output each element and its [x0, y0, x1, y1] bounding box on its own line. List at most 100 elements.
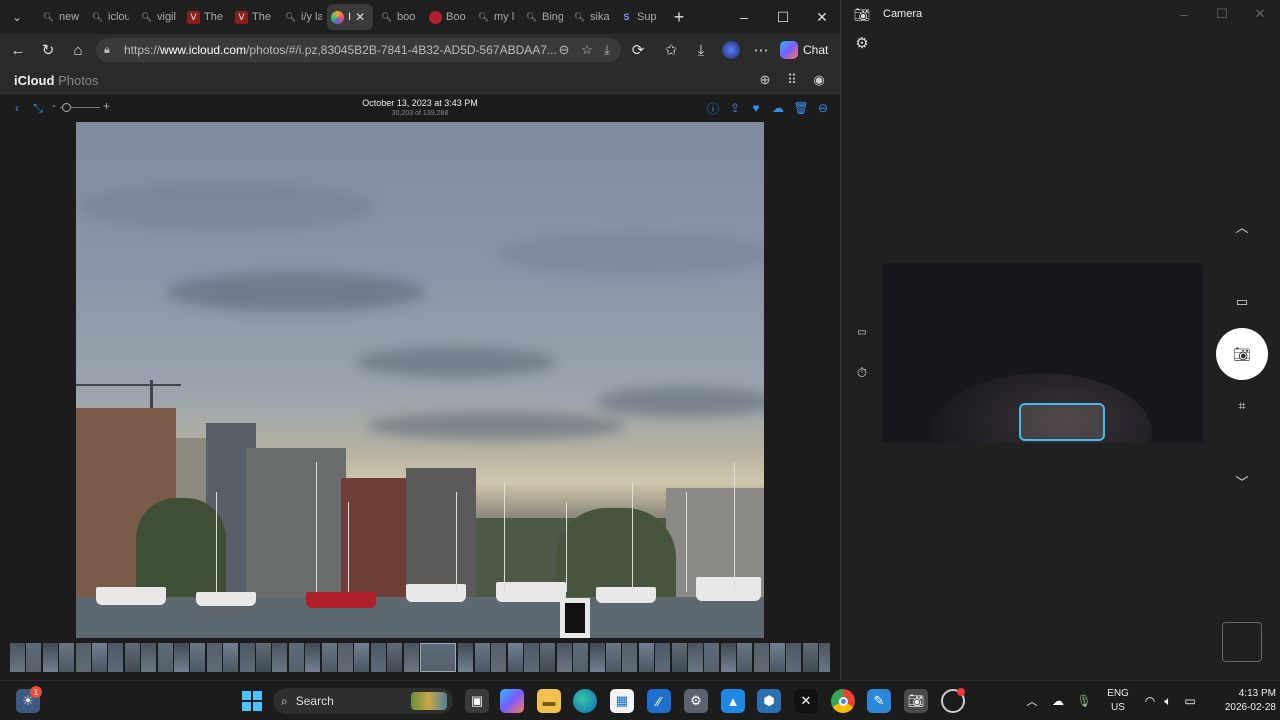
filmstrip-thumbnail[interactable] — [338, 643, 353, 672]
filmstrip-thumbnail[interactable] — [819, 643, 830, 672]
editor-app-icon[interactable]: ✎ — [867, 689, 891, 713]
profile-avatar[interactable] — [719, 38, 743, 62]
filmstrip-thumbnail[interactable] — [305, 643, 321, 672]
extensions-button[interactable]: ⟳ — [626, 38, 650, 62]
icloud-logo[interactable]: iCloud Photos — [14, 73, 99, 88]
zoom-icon[interactable]: ⊖ — [554, 38, 574, 62]
filmstrip-thumbnail[interactable] — [540, 643, 556, 672]
task-view-icon[interactable]: ▣ — [465, 689, 489, 713]
filmstrip-thumbnail[interactable] — [272, 643, 288, 672]
filmstrip-thumbnail[interactable] — [370, 643, 386, 672]
battery-icon[interactable]: ▭ — [1178, 689, 1202, 713]
filmstrip-thumbnail[interactable] — [556, 643, 572, 672]
filmstrip-thumbnail[interactable] — [75, 643, 91, 672]
tab-1[interactable]: 🔍︎ iclou — [87, 4, 133, 30]
tab-4[interactable]: V The — [231, 4, 277, 30]
filmstrip-thumbnail[interactable] — [589, 643, 605, 672]
chrome-browser-icon[interactable] — [831, 689, 855, 713]
maximize-button[interactable]: ☐ — [1211, 3, 1233, 25]
filmstrip-thumbnail[interactable] — [491, 643, 507, 672]
maximize-button[interactable]: ☐ — [767, 5, 799, 29]
close-tab-icon[interactable]: ✕ — [355, 10, 365, 24]
start-windows-icon[interactable] — [240, 689, 264, 713]
filmstrip-thumbnail[interactable] — [108, 643, 124, 672]
last-capture-thumbnail[interactable] — [1222, 622, 1262, 662]
tab-10[interactable]: 🔍︎ Bing — [521, 4, 567, 30]
filmstrip-thumbnail[interactable] — [206, 643, 222, 672]
favorite-heart-icon[interactable]: ♥ — [748, 100, 764, 116]
exit-fullscreen-icon[interactable]: ⤡ — [30, 100, 46, 116]
filmstrip-thumbnail[interactable] — [223, 643, 239, 672]
settings-gear-icon[interactable]: ⚙ — [851, 32, 873, 54]
favorites-button[interactable]: ✩ — [659, 38, 683, 62]
filmstrip-thumbnail[interactable] — [239, 643, 255, 672]
tab-11[interactable]: 🔍︎ sika — [569, 4, 615, 30]
downloads-button[interactable]: ⤓ — [689, 38, 713, 62]
tab-5[interactable]: 🔍︎ i/y la — [280, 4, 326, 30]
tab-7[interactable]: 🔍︎ boo — [376, 4, 422, 30]
filmstrip-thumbnail[interactable] — [507, 643, 523, 672]
new-tab-button[interactable]: + — [668, 6, 690, 28]
close-window-button[interactable]: ✕ — [806, 5, 838, 29]
account-icon[interactable]: ◉ — [810, 71, 828, 89]
filmstrip-thumbnail[interactable] — [458, 643, 474, 672]
info-icon[interactable]: ⓘ — [705, 100, 721, 116]
tab-2[interactable]: 🔍︎ vigil — [136, 4, 182, 30]
screen-recorder-icon[interactable] — [941, 688, 965, 713]
filmstrip-thumbnail[interactable] — [622, 643, 638, 672]
favorite-star-icon[interactable]: ☆ — [577, 38, 597, 62]
filmstrip-thumbnail[interactable] — [737, 643, 753, 672]
filmstrip-thumbnail[interactable] — [524, 643, 539, 672]
filmstrip-thumbnail[interactable] — [387, 643, 403, 672]
minimize-button[interactable]: – — [1173, 3, 1195, 25]
filmstrip-thumbnail[interactable] — [288, 643, 304, 672]
file-explorer-icon[interactable]: ▬ — [537, 689, 561, 713]
microsoft-store-icon[interactable]: ▦ — [610, 689, 634, 713]
filmstrip-thumbnail[interactable] — [157, 643, 173, 672]
close-window-button[interactable]: ✕ — [1249, 3, 1271, 25]
video-mode-icon[interactable]: ▭ — [1231, 291, 1253, 313]
more-options-icon[interactable]: ⊖ — [815, 100, 831, 116]
timer-off-icon[interactable]: ⏱ — [851, 362, 873, 384]
back-button[interactable]: ← — [6, 38, 30, 62]
capcut-icon[interactable]: ✕ — [794, 689, 818, 713]
filmstrip-thumbnail[interactable] — [256, 643, 271, 672]
filmstrip-thumbnail[interactable] — [688, 643, 703, 672]
zoom-in-icon[interactable]: + — [103, 99, 110, 113]
show-hidden-icons-chevron[interactable]: ︿ — [1020, 689, 1044, 713]
filmstrip-thumbnail[interactable] — [59, 643, 75, 672]
address-input[interactable]: 🔒︎ https://www.icloud.com/photos/#/i.pz,… — [96, 38, 621, 62]
filmstrip-thumbnail[interactable] — [174, 643, 189, 672]
scroll-up-chevron-icon[interactable]: ︿ — [1231, 215, 1253, 237]
download-page-icon[interactable]: ⤓ — [597, 38, 617, 62]
app-grid-icon[interactable]: ⠿ — [783, 71, 801, 89]
refresh-button[interactable]: ↻ — [36, 38, 60, 62]
filmstrip-thumbnail[interactable] — [704, 643, 720, 672]
tab-6[interactable]: I ✕ — [327, 4, 373, 30]
take-photo-button[interactable]: 📷︎ — [1216, 328, 1268, 380]
hdr-toggle-icon[interactable]: ▭ — [851, 321, 873, 343]
tab-actions-menu[interactable]: ⌄ — [6, 6, 28, 28]
add-icon[interactable]: ⊕ — [756, 71, 774, 89]
filmstrip-thumbnail[interactable] — [26, 643, 42, 672]
system-clock[interactable]: 4:13 PM 2026-02-28 — [1200, 687, 1276, 715]
filmstrip-thumbnail[interactable] — [753, 643, 769, 672]
filmstrip-thumbnail[interactable] — [786, 643, 802, 672]
edge-browser-icon[interactable] — [573, 689, 597, 713]
photos-app-icon[interactable]: ▲ — [721, 689, 745, 713]
filmstrip-thumbnail[interactable] — [190, 643, 206, 672]
minimize-button[interactable]: – — [728, 5, 760, 29]
zoom-out-icon[interactable]: - — [52, 100, 56, 112]
volume-icon[interactable]: 🔈︎ — [1156, 689, 1180, 713]
tab-9[interactable]: 🔍︎ my l — [473, 4, 519, 30]
scroll-down-chevron-icon[interactable]: ﹀ — [1231, 470, 1253, 492]
microphone-icon[interactable]: 🎙︎ — [1072, 689, 1096, 713]
filmstrip-thumbnail[interactable] — [720, 643, 736, 672]
visual-studio-code-icon[interactable]: ⁄⁄ — [647, 689, 671, 713]
trash-icon[interactable]: 🗑︎ — [793, 100, 809, 116]
filmstrip-thumbnail[interactable] — [124, 643, 140, 672]
filmstrip-thumbnail[interactable] — [606, 643, 621, 672]
onedrive-cloud-icon[interactable]: ☁ — [1046, 689, 1070, 713]
qr-scan-icon[interactable]: ⌗ — [1231, 395, 1253, 417]
tab-12[interactable]: S Sup — [616, 4, 662, 30]
